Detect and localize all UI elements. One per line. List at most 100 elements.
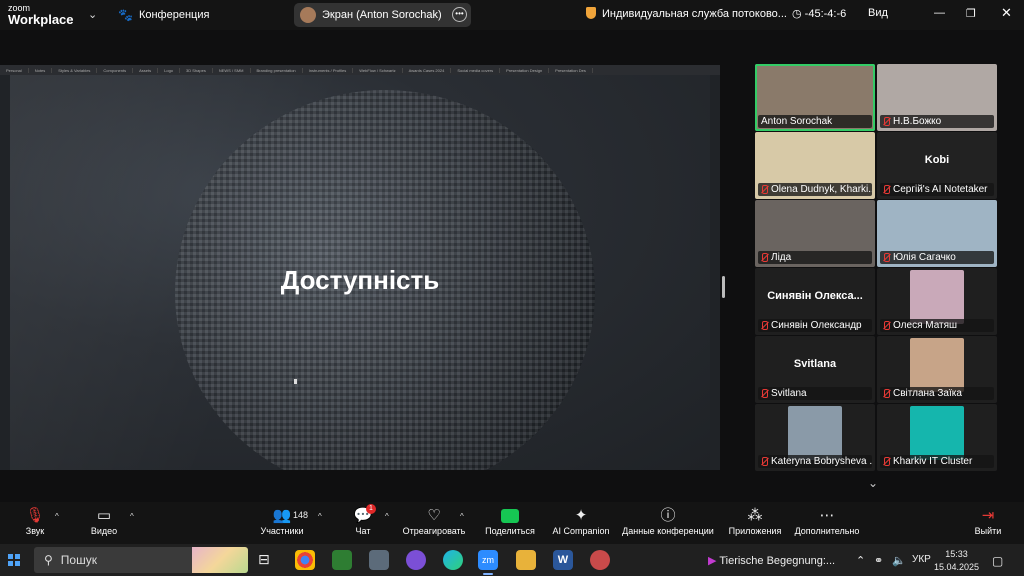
participant-name-tag: Н.В.Божко: [880, 115, 994, 128]
close-icon[interactable]: ✕: [1001, 5, 1012, 21]
ai-companion-button[interactable]: ✦ AI Companion: [550, 506, 612, 536]
browser-tab: Logo: [158, 67, 181, 73]
browser-tab: Presentation Design: [500, 67, 550, 73]
more-button[interactable]: ⋯ Дополнительно: [792, 506, 862, 536]
heart-icon: ♡: [427, 507, 441, 524]
browser-tab: Personal: [0, 67, 29, 73]
meeting-toolbar: 🎙 Звук ^ ▭ Видео ^ 👥 Участники 148 ^ 💬 Ч…: [0, 502, 1024, 544]
participant-avatar: [910, 270, 964, 324]
zoom-window: zoom Workplace ⌄ 🐾 Конференция Экран (An…: [0, 0, 1024, 576]
file-explorer-icon[interactable]: [516, 550, 536, 570]
network-icon[interactable]: ⚭: [874, 554, 883, 567]
participant-name-tag: Олеся Матяш: [880, 319, 994, 332]
reactions-button[interactable]: ♡ Отреагировать: [402, 506, 466, 536]
share-screen-icon: [483, 506, 537, 526]
screen-share-indicator[interactable]: Экран (Anton Sorochak) •••: [294, 3, 471, 27]
participant-avatar: [910, 406, 964, 460]
participant-tile[interactable]: Юлія Сагачко: [877, 200, 997, 267]
vpn-status[interactable]: Индивидуальная служба потоково...: [586, 7, 787, 20]
windows-start-icon[interactable]: [8, 554, 20, 566]
participant-name-tag: Kateryna Bobrysheva ...: [758, 455, 872, 468]
avatar: [300, 7, 316, 23]
media-widget[interactable]: ▶ Tierische Begegnung:...: [708, 554, 835, 567]
participant-name: Olena Dudnyk, Kharki...: [771, 184, 872, 195]
apps-button[interactable]: ⁂ Приложения: [726, 506, 784, 536]
chevron-down-icon[interactable]: ⌄: [868, 476, 878, 490]
participant-avatar: [788, 406, 842, 460]
word-icon[interactable]: W: [553, 550, 573, 570]
info-icon: ⓘ: [660, 507, 676, 524]
participant-tile[interactable]: Олеся Матяш: [877, 268, 997, 335]
participant-name-tag: Сергій's AI Notetaker: [880, 183, 994, 196]
presentation-slide: Доступність: [10, 75, 710, 470]
leave-icon: ⇥: [981, 507, 995, 524]
participant-name: Сергій's AI Notetaker: [893, 184, 988, 195]
camera-icon: ▭: [96, 507, 112, 524]
participant-grid: Anton Sorochak Н.В.Божко Olena Dudnyk, Kha…: [755, 64, 997, 471]
participants-options-chevron-icon[interactable]: ^: [318, 512, 322, 521]
participant-tile[interactable]: Світлана Заїка: [877, 336, 997, 403]
participant-tile[interactable]: Olena Dudnyk, Kharki...: [755, 132, 875, 199]
task-view-icon[interactable]: ⊟: [258, 551, 270, 568]
participant-avatar: [910, 338, 964, 392]
leave-button[interactable]: ⇥ Выйти: [972, 506, 1004, 536]
browser-tab-strip: Personal Notes Styles & Variables Component…: [0, 65, 720, 75]
participant-name: Kharkiv IT Cluster: [893, 456, 973, 467]
participants-count: 148: [293, 510, 309, 520]
meet-icon[interactable]: [332, 550, 352, 570]
participant-tile[interactable]: Anton Sorochak: [755, 64, 875, 131]
more-icon: ⋯: [819, 507, 835, 524]
participant-name: Kateryna Bobrysheva ...: [771, 456, 872, 467]
app-icon[interactable]: [590, 550, 610, 570]
edge-icon[interactable]: [443, 550, 463, 570]
language-indicator[interactable]: УКР: [912, 554, 931, 565]
meeting-info-button[interactable]: ⓘ Данные конференции: [620, 506, 716, 536]
participant-caption: Синявін Олекса...: [767, 290, 863, 302]
paint-icon[interactable]: [369, 550, 389, 570]
browser-tab: WebFlow / Schwartz: [353, 67, 403, 73]
viber-icon[interactable]: [406, 550, 426, 570]
view-menu[interactable]: Вид: [868, 7, 888, 19]
resize-handle[interactable]: [722, 276, 725, 298]
participant-tile[interactable]: Синявін Олекса... Синявін Олександр: [755, 268, 875, 335]
browser-tab: Branding presentation: [251, 67, 303, 73]
volume-icon[interactable]: 🔈: [892, 554, 906, 567]
participant-tile[interactable]: Kobi Сергій's AI Notetaker: [877, 132, 997, 199]
shield-icon: [586, 7, 596, 19]
participant-name-tag: Olena Dudnyk, Kharki...: [758, 183, 872, 196]
share-indicator-label: Экран (Anton Sorochak): [322, 9, 442, 21]
participant-name-tag: Kharkiv IT Cluster: [880, 455, 994, 468]
taskbar-clock[interactable]: 15:33 15.04.2025: [934, 548, 979, 574]
zoom-logo: zoom Workplace: [8, 3, 74, 27]
tray-expand-chevron-icon[interactable]: ⌃: [856, 554, 865, 567]
audio-button[interactable]: 🎙 Звук: [20, 506, 50, 536]
taskbar-search[interactable]: ⚲ Пошук: [34, 547, 248, 573]
participant-tile[interactable]: Kateryna Bobrysheva ...: [755, 404, 875, 471]
meeting-menu[interactable]: 🐾 Конференция: [118, 8, 209, 22]
participant-name-tag: Ліда: [758, 251, 872, 264]
participant-tile[interactable]: Svitlana Svitlana: [755, 336, 875, 403]
mic-off-icon: 🎙: [25, 507, 45, 524]
minimize-button[interactable]: —: [934, 7, 945, 19]
chrome-icon[interactable]: [295, 550, 315, 570]
participant-tile[interactable]: Kharkiv IT Cluster: [877, 404, 997, 471]
audio-options-chevron-icon[interactable]: ^: [55, 512, 59, 521]
chat-options-chevron-icon[interactable]: ^: [385, 512, 389, 521]
zoom-app-icon[interactable]: zm: [478, 550, 498, 575]
participant-tile[interactable]: Н.В.Божко: [877, 64, 997, 131]
participant-name: Юлія Сагачко: [893, 252, 956, 263]
share-button[interactable]: Поделиться: [483, 506, 537, 536]
participant-tile[interactable]: Ліда: [755, 200, 875, 267]
more-icon[interactable]: •••: [452, 7, 467, 22]
mic-off-icon: [883, 253, 890, 262]
notifications-icon[interactable]: ▢: [992, 554, 1003, 568]
restore-button[interactable]: ❐: [966, 7, 976, 20]
paw-icon: 🐾: [118, 8, 133, 22]
video-options-chevron-icon[interactable]: ^: [130, 512, 134, 521]
mic-off-icon: [883, 389, 890, 398]
reactions-options-chevron-icon[interactable]: ^: [460, 512, 464, 521]
shared-screen: Personal Notes Styles & Variables Component…: [0, 65, 720, 470]
signal-readout: ◷ -45:-4:-6: [792, 8, 847, 20]
video-button[interactable]: ▭ Видео: [86, 506, 122, 536]
chevron-down-icon[interactable]: ⌄: [88, 8, 97, 21]
